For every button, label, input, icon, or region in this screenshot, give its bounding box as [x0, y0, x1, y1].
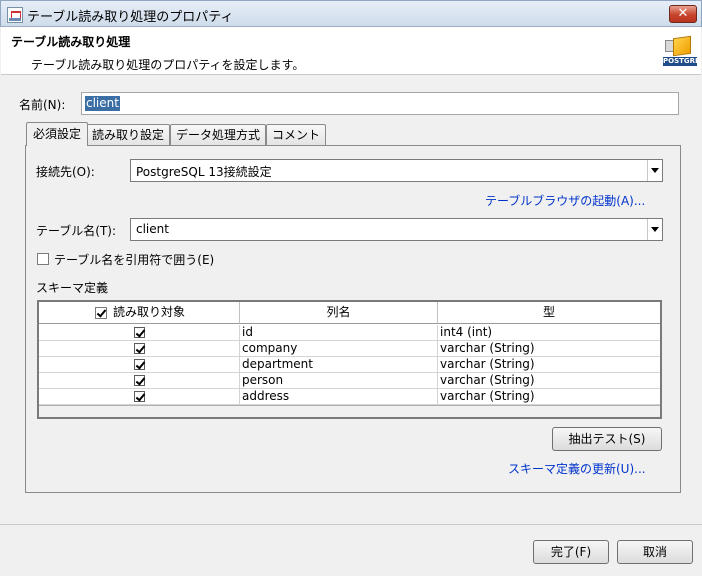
name-label: 名前(N): — [19, 98, 66, 112]
title-bar[interactable]: テーブル読み取り処理のプロパティ ✕ — [0, 0, 702, 27]
table-browser-link[interactable]: テーブルブラウザの起動(A)... — [485, 192, 645, 209]
connection-label: 接続先(O): — [36, 165, 95, 179]
table-scrollbar[interactable] — [39, 405, 660, 417]
tab-data-processing[interactable]: データ処理方式 — [170, 124, 267, 145]
table-row[interactable]: person varchar (String) — [39, 373, 660, 389]
table-row[interactable]: department varchar (String) — [39, 357, 660, 373]
row-checkbox[interactable] — [134, 391, 145, 402]
read-target-cell — [39, 325, 240, 341]
row-checkbox[interactable] — [134, 327, 145, 338]
header-description: テーブル読み取り処理のプロパティを設定します。 — [31, 58, 305, 72]
table-row[interactable]: id int4 (int) — [39, 325, 660, 341]
column-name-cell: department — [240, 357, 438, 373]
app-icon — [7, 7, 23, 23]
schema-table: 読み取り対象 列名 型 id int4 (int) company varcha… — [37, 300, 662, 419]
table-name-select-value: client — [136, 222, 169, 236]
type-cell: varchar (String) — [440, 341, 535, 355]
name-input-value: client — [85, 96, 120, 111]
column-name-cell: address — [240, 389, 438, 405]
table-row[interactable]: company varchar (String) — [39, 341, 660, 357]
postgres-icon-label: POSTGRE — [663, 57, 700, 66]
cancel-button[interactable]: 取消 — [617, 540, 693, 564]
read-target-cell — [39, 389, 240, 405]
tab-comment[interactable]: コメント — [266, 124, 327, 145]
update-schema-link[interactable]: スキーマ定義の更新(U)... — [508, 460, 646, 477]
connection-select[interactable]: PostgreSQL 13接続設定 — [130, 159, 663, 182]
chevron-down-icon[interactable] — [647, 160, 662, 181]
column-header-read-target-label: 読み取り対象 — [113, 305, 186, 319]
table-name-label: テーブル名(T): — [36, 224, 117, 238]
column-header-type[interactable]: 型 — [438, 302, 660, 324]
quote-table-name-checkbox[interactable] — [37, 253, 49, 265]
type-cell: varchar (String) — [440, 373, 535, 387]
extract-test-button[interactable]: 抽出テスト(S) — [552, 427, 662, 451]
type-cell: int4 (int) — [440, 325, 493, 339]
select-all-checkbox[interactable] — [95, 307, 107, 319]
chevron-down-icon[interactable] — [647, 219, 662, 240]
column-name-cell: company — [240, 341, 438, 357]
pg-icon-cube — [673, 35, 691, 57]
column-header-column-name[interactable]: 列名 — [240, 302, 438, 324]
footer-divider — [0, 524, 702, 525]
row-checkbox[interactable] — [134, 359, 145, 370]
schema-definition-label: スキーマ定義 — [36, 281, 109, 295]
read-target-cell — [39, 373, 240, 389]
read-target-cell — [39, 357, 240, 373]
type-cell: varchar (String) — [440, 357, 535, 371]
postgres-icon: POSTGRE — [663, 35, 700, 67]
type-cell: varchar (String) — [440, 389, 535, 403]
table-row[interactable]: address varchar (String) — [39, 389, 660, 405]
header-title: テーブル読み取り処理 — [11, 35, 131, 49]
column-name-cell: person — [240, 373, 438, 389]
window-title: テーブル読み取り処理のプロパティ — [27, 10, 234, 25]
connection-select-value: PostgreSQL 13接続設定 — [136, 165, 272, 179]
read-target-cell — [39, 341, 240, 357]
tab-required-settings[interactable]: 必須設定 — [26, 122, 89, 146]
column-header-read-target[interactable]: 読み取り対象 — [39, 302, 240, 324]
row-checkbox[interactable] — [134, 375, 145, 386]
tab-read-settings[interactable]: 読み取り設定 — [86, 124, 171, 145]
table-name-select[interactable]: client — [130, 218, 663, 241]
quote-table-name-label: テーブル名を引用符で囲う(E) — [54, 253, 215, 267]
dialog-header: テーブル読み取り処理 テーブル読み取り処理のプロパティを設定します。 POSTG… — [1, 27, 701, 75]
name-input[interactable]: client — [81, 92, 679, 115]
close-button[interactable]: ✕ — [669, 5, 697, 23]
row-checkbox[interactable] — [134, 343, 145, 354]
finish-button[interactable]: 完了(F) — [533, 540, 609, 564]
column-name-cell: id — [240, 325, 438, 341]
